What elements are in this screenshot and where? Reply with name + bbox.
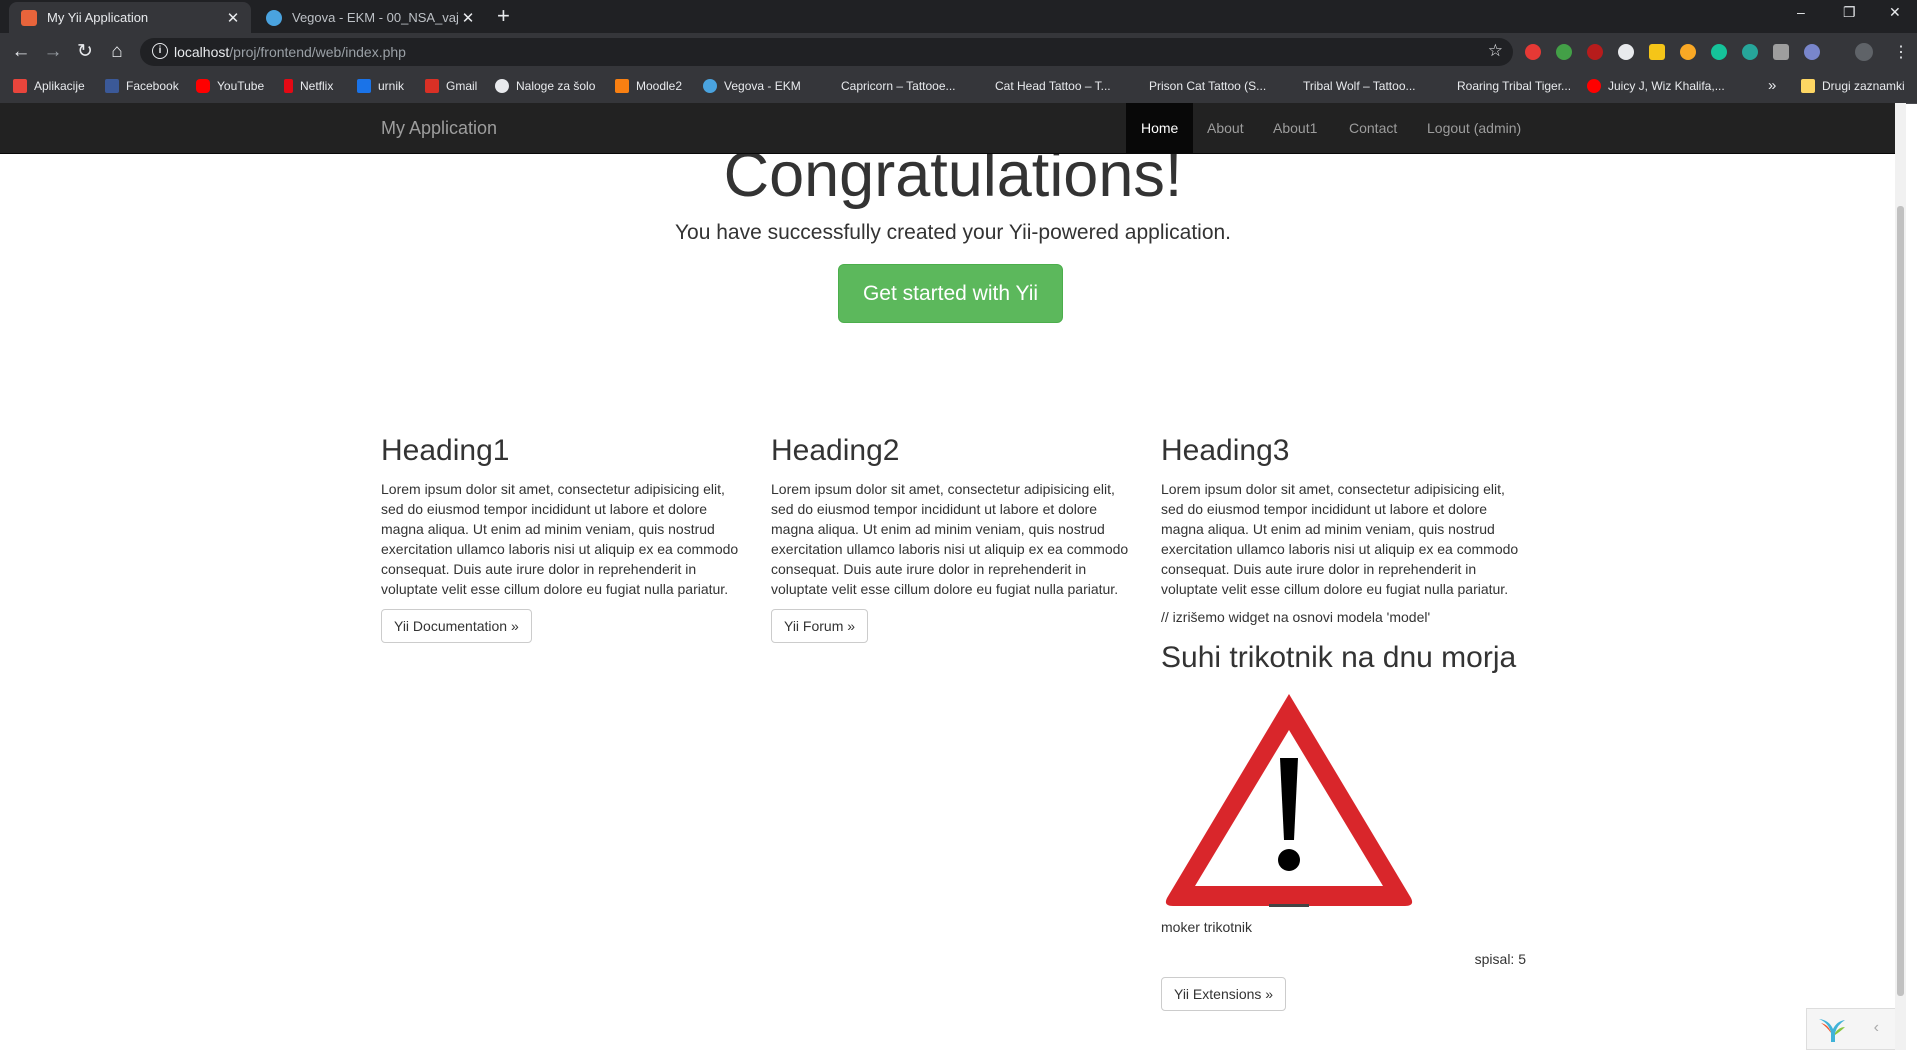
bookmark-item[interactable]: Netflix [284, 79, 333, 93]
browser-menu-icon[interactable]: ⋮ [1893, 42, 1909, 62]
close-tab-icon[interactable]: ✕ [458, 9, 478, 27]
yii-extensions-button[interactable]: Yii Extensions » [1161, 977, 1287, 1011]
widget-comment: // izrišemo widget na osnovi modela 'mod… [1161, 609, 1431, 625]
youtube-icon [196, 79, 210, 93]
shield-extension-icon[interactable] [1556, 44, 1572, 60]
extension-icon[interactable] [1618, 44, 1634, 60]
column-heading: Heading1 [381, 434, 510, 467]
widget-title: Suhi trikotnik na dnu morja [1161, 641, 1517, 674]
extension-icon[interactable] [1649, 44, 1665, 60]
tab-vegova-ekm[interactable]: Vegova - EKM - 00_NSA_vaje_00 ✕ [254, 2, 486, 33]
bookmark-item[interactable]: Vegova - EKM [703, 79, 801, 93]
warning-triangle-icon [1165, 694, 1413, 907]
page-scrollbar[interactable] [1895, 103, 1906, 1050]
bookmark-item[interactable]: Facebook [105, 79, 179, 93]
nav-contact[interactable]: Contact [1334, 103, 1412, 153]
address-bar[interactable]: i localhost/proj/frontend/web/index.php … [140, 38, 1513, 66]
home-icon[interactable]: ⌂ [105, 40, 129, 64]
tab-title: Vegova - EKM - 00_NSA_vaje_00 [292, 10, 458, 25]
site-info-icon[interactable]: i [152, 43, 168, 59]
bookmark-item[interactable]: Tribal Wolf – Tattoo... [1282, 79, 1416, 93]
scrollbar-thumb[interactable] [1897, 206, 1904, 996]
column-heading: Heading3 [1161, 434, 1290, 467]
yii-forum-button[interactable]: Yii Forum » [771, 609, 869, 643]
moodle-icon [615, 79, 629, 93]
gmail-icon [425, 79, 439, 93]
nav-about1[interactable]: About1 [1258, 103, 1332, 153]
tab-my-yii-application[interactable]: My Yii Application ✕ [9, 2, 251, 33]
bookmark-item[interactable]: Cat Head Tattoo – T... [974, 79, 1111, 93]
vegova-icon [703, 79, 717, 93]
bookmark-item[interactable]: Moodle2 [615, 79, 682, 93]
column-text: Lorem ipsum dolor sit amet, consectetur … [381, 481, 739, 597]
yii-documentation-button[interactable]: Yii Documentation » [381, 609, 532, 643]
bookmark-item[interactable]: Gmail [425, 79, 477, 93]
bookmarks-bar: Aplikacije Facebook YouTube Netflix urni… [0, 71, 1917, 104]
other-bookmarks-folder[interactable]: Drugi zaznamki [1801, 79, 1905, 93]
bookmark-item[interactable]: Naloge za šolo [495, 79, 595, 93]
column-heading: Heading2 [771, 434, 900, 467]
bookmark-item[interactable]: Roaring Tribal Tiger... [1436, 79, 1571, 93]
column-1: Heading1 Lorem ipsum dolor sit amet, con… [381, 433, 746, 643]
reload-icon[interactable]: ↻ [73, 40, 97, 64]
bookmark-item[interactable]: Aplikacije [13, 79, 85, 93]
netflix-icon [284, 79, 293, 93]
bookmarks-overflow-icon[interactable]: » [1768, 77, 1776, 94]
jumbotron-lead: You have successfully created your Yii-p… [674, 221, 1232, 244]
extension-icon[interactable] [1773, 44, 1789, 60]
restore-button[interactable]: ❐ [1843, 4, 1856, 21]
new-tab-button[interactable]: + [497, 4, 510, 28]
nav-logout[interactable]: Logout (admin) [1412, 103, 1536, 153]
address-url[interactable]: localhost/proj/frontend/web/index.php [174, 44, 406, 60]
bookmark-item[interactable]: Juicy J, Wiz Khalifa,... [1587, 79, 1725, 93]
grammarly-icon[interactable] [1711, 44, 1727, 60]
bookmark-item[interactable]: Prison Cat Tattoo (S... [1128, 79, 1266, 93]
yii-debug-toolbar[interactable]: ‹ [1806, 1008, 1895, 1050]
facebook-icon [105, 79, 119, 93]
folder-icon [1801, 79, 1815, 93]
blank-page-icon [820, 79, 834, 93]
bookmark-item[interactable]: YouTube [196, 79, 264, 93]
blank-page-icon [1128, 79, 1142, 93]
column-text: Lorem ipsum dolor sit amet, consectetur … [1161, 481, 1519, 597]
forward-arrow-icon[interactable]: → [41, 40, 65, 64]
close-tab-icon[interactable]: ✕ [223, 9, 243, 27]
nav-home[interactable]: Home [1126, 103, 1194, 153]
yii-favicon-icon [21, 9, 37, 26]
chevron-left-icon[interactable]: ‹ [1874, 1019, 1879, 1037]
easistent-icon [357, 79, 371, 93]
blank-page-icon [1282, 79, 1296, 93]
globe-icon [495, 79, 509, 93]
brand-link[interactable]: My Application [381, 118, 497, 139]
bookmark-star-icon[interactable]: ☆ [1488, 41, 1503, 61]
blank-page-icon [974, 79, 988, 93]
yii-logo-icon [1819, 1019, 1845, 1042]
close-window-button[interactable]: ✕ [1889, 4, 1901, 21]
ublock-icon[interactable] [1587, 44, 1603, 60]
column-3: Heading3 Lorem ipsum dolor sit amet, con… [1161, 433, 1526, 1011]
back-arrow-icon[interactable]: ← [9, 40, 33, 64]
bookmark-item[interactable]: urnik [357, 79, 404, 93]
extension-icon[interactable] [1680, 44, 1696, 60]
profile-avatar-icon[interactable] [1855, 43, 1873, 61]
author-label: spisal: 5 [1474, 951, 1526, 967]
column-2: Heading2 Lorem ipsum dolor sit amet, con… [771, 433, 1136, 643]
tab-title: My Yii Application [47, 10, 149, 25]
vegova-favicon-icon [266, 9, 282, 26]
browser-tab-strip: My Yii Application ✕ Vegova - EKM - 00_N… [0, 0, 1917, 33]
image-caption: moker trikotnik [1161, 919, 1253, 935]
nav-about[interactable]: About [1192, 103, 1259, 153]
get-started-button[interactable]: Get started with Yii [838, 264, 1063, 323]
extension-icon[interactable] [1804, 44, 1820, 60]
blank-page-icon [1436, 79, 1450, 93]
youtube-icon [1587, 79, 1601, 93]
site-navbar: My Application Home About About1 Contact… [0, 103, 1906, 154]
column-text: Lorem ipsum dolor sit amet, consectetur … [771, 481, 1129, 597]
extension-icon[interactable] [1742, 44, 1758, 60]
page-viewport: Congratulations! You have successfully c… [0, 103, 1906, 1050]
bookmark-item[interactable]: Capricorn – Tattooe... [820, 79, 956, 93]
minimize-button[interactable]: – [1797, 4, 1805, 20]
apps-grid-icon [13, 79, 27, 93]
adblock-icon[interactable] [1525, 44, 1541, 60]
